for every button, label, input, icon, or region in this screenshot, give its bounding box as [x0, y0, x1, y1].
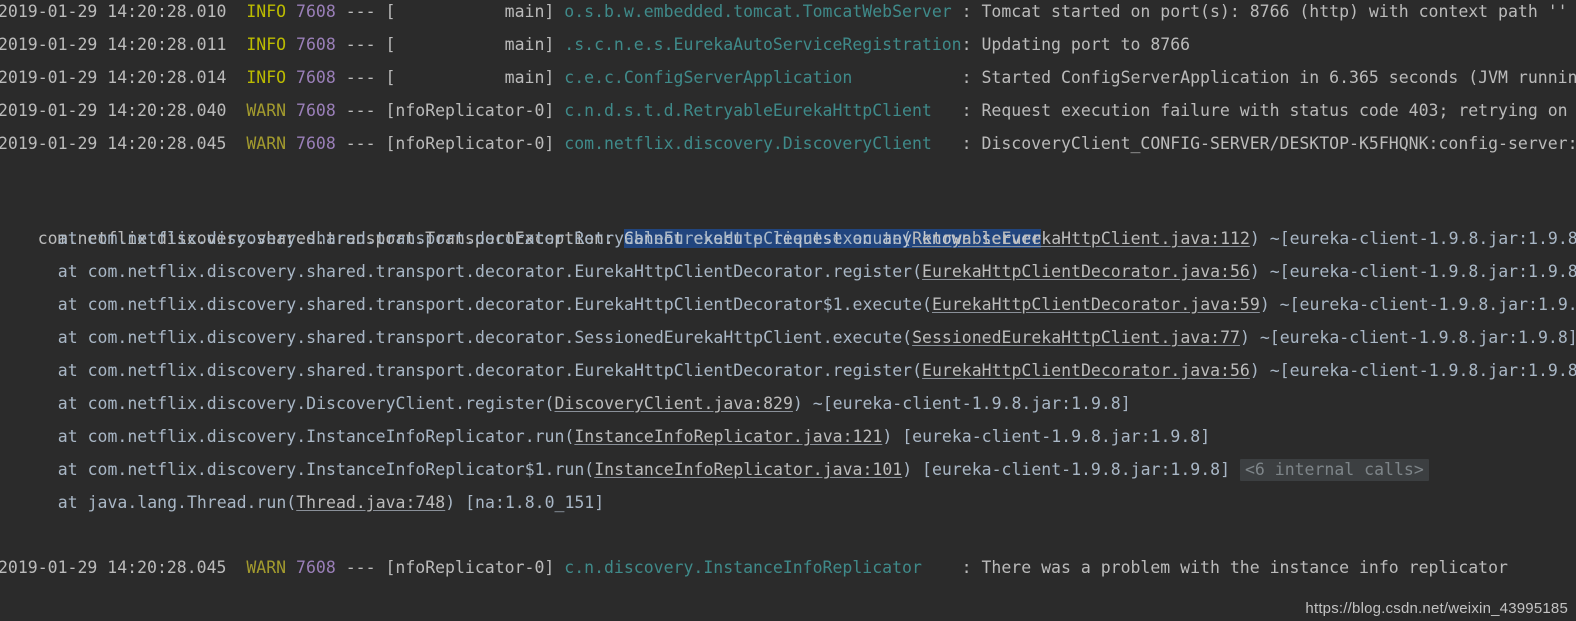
- stack-frame-jar: ~[eureka-client-1.9.8.jar:1.9.8]: [802, 394, 1131, 413]
- log-logger: .s.c.n.e.s.EurekaAutoServiceRegistration: [564, 35, 962, 54]
- stack-frame-source-link[interactable]: EurekaHttpClientDecorator.java:59: [932, 295, 1260, 314]
- log-separator: ---: [345, 101, 386, 120]
- log-thread: [nfoReplicator-0]: [385, 558, 565, 577]
- stack-frame-jar: [eureka-client-1.9.8.jar:1.9.8]: [892, 427, 1211, 446]
- log-timestamp: 2019-01-29 14:20:28.045: [0, 134, 247, 153]
- stack-frame-paren: ): [882, 427, 893, 446]
- stack-frame-jar: [na:1.8.0_151]: [455, 493, 605, 512]
- log-line: 2019-01-29 14:20:28.045 WARN 7608 --- [n…: [0, 551, 1508, 584]
- log-message: : Request execution failure with status …: [961, 101, 1568, 120]
- log-line: 2019-01-29 14:20:28.010 INFO 7608 --- [ …: [0, 0, 1568, 28]
- stack-frame-jar: ~[eureka-client-1.9.8.jar:1.9.8]: [1259, 229, 1576, 248]
- stack-frame-method: at com.netflix.discovery.shared.transpor…: [28, 361, 923, 380]
- log-separator: ---: [345, 2, 386, 21]
- stack-frame-source-link[interactable]: InstanceInfoReplicator.java:121: [574, 427, 882, 446]
- stack-frame: at com.netflix.discovery.shared.transpor…: [0, 288, 1576, 321]
- stack-frame-source-link[interactable]: DiscoveryClient.java:829: [555, 394, 793, 413]
- log-level: INFO: [246, 68, 297, 87]
- log-line: 2019-01-29 14:20:28.045 WARN 7608 --- [n…: [0, 127, 1576, 160]
- watermark: https://blog.csdn.net/weixin_43995185: [1305, 600, 1568, 617]
- stack-frame-jar: ~[eureka-client-1.9.8.jar:1.9.8]: [1259, 361, 1576, 380]
- stack-frame: at com.netflix.discovery.InstanceInfoRep…: [0, 453, 1429, 486]
- stack-frame: at com.netflix.discovery.shared.transpor…: [0, 255, 1576, 288]
- stack-frame: at com.netflix.discovery.InstanceInfoRep…: [0, 420, 1210, 453]
- stack-frame-paren: ): [792, 394, 803, 413]
- log-timestamp: 2019-01-29 14:20:28.040: [0, 101, 247, 120]
- log-message: : Started ConfigServerApplication in 6.3…: [961, 68, 1576, 87]
- stack-frame-jar: ~[eureka-client-1.9.8.jar:1.9.8]: [1269, 295, 1576, 314]
- log-line: 2019-01-29 14:20:28.014 INFO 7608 --- [ …: [0, 61, 1576, 94]
- stack-frame-method: at com.netflix.discovery.shared.transpor…: [28, 229, 913, 248]
- log-level: INFO: [246, 35, 297, 54]
- log-thread: [ main]: [385, 2, 565, 21]
- log-logger: c.n.d.s.t.d.RetryableEurekaHttpClient: [564, 101, 962, 120]
- log-pid: 7608: [296, 134, 346, 153]
- stack-frame-paren: ): [902, 460, 913, 479]
- log-logger: c.e.c.ConfigServerApplication: [564, 68, 962, 87]
- log-pid: 7608: [296, 35, 346, 54]
- log-line: 2019-01-29 14:20:28.040 WARN 7608 --- [n…: [0, 94, 1576, 127]
- log-logger: com.netflix.discovery.DiscoveryClient: [564, 134, 962, 153]
- log-line: 2019-01-29 14:20:28.011 INFO 7608 --- [ …: [0, 28, 1190, 61]
- log-timestamp: 2019-01-29 14:20:28.010: [0, 2, 247, 21]
- stack-frame-paren: ): [445, 493, 456, 512]
- log-timestamp: 2019-01-29 14:20:28.014: [0, 68, 247, 87]
- stack-frame-source-link[interactable]: RetryableEurekaHttpClient.java:112: [912, 229, 1250, 248]
- log-level: WARN: [246, 101, 297, 120]
- log-timestamp: 2019-01-29 14:20:28.045: [0, 558, 247, 577]
- log-level: INFO: [246, 2, 297, 21]
- log-pid: 7608: [296, 101, 346, 120]
- log-pid: 7608: [296, 558, 346, 577]
- log-separator: ---: [345, 558, 386, 577]
- stack-frame-jar: ~[eureka-client-1.9.8.jar:1.9.8]: [1249, 328, 1576, 347]
- stack-frame: at com.netflix.discovery.DiscoveryClient…: [0, 387, 1131, 420]
- stack-frame-jar: ~[eureka-client-1.9.8.jar:1.9.8]: [1259, 262, 1576, 281]
- stack-frame-method: at java.lang.Thread.run(: [28, 493, 297, 512]
- stack-frame: at com.netflix.discovery.shared.transpor…: [0, 222, 1576, 255]
- log-timestamp: 2019-01-29 14:20:28.011: [0, 35, 247, 54]
- stack-frame-source-link[interactable]: InstanceInfoReplicator.java:101: [594, 460, 902, 479]
- stack-frame-source-link[interactable]: EurekaHttpClientDecorator.java:56: [922, 262, 1250, 281]
- stack-frame-paren: ): [1249, 361, 1260, 380]
- log-separator: ---: [345, 134, 386, 153]
- stack-frame-method: at com.netflix.discovery.InstanceInfoRep…: [28, 460, 595, 479]
- badge-spacer: [1230, 460, 1240, 479]
- stack-frame-method: at com.netflix.discovery.DiscoveryClient…: [28, 394, 555, 413]
- log-thread: [nfoReplicator-0]: [385, 101, 565, 120]
- stack-frame: at com.netflix.discovery.shared.transpor…: [0, 321, 1576, 354]
- log-message: : Updating port to 8766: [961, 35, 1191, 54]
- stack-frame-method: at com.netflix.discovery.InstanceInfoRep…: [28, 427, 575, 446]
- exception-header-line: com.netflix.discovery.shared.transport.T…: [0, 189, 1042, 248]
- console-output-panel[interactable]: 2019-01-29 14:20:28.010 INFO 7608 --- [ …: [0, 0, 1576, 621]
- stack-frame: at java.lang.Thread.run(Thread.java:748)…: [0, 486, 604, 519]
- stack-frame-method: at com.netflix.discovery.shared.transpor…: [28, 262, 923, 281]
- log-pid: 7608: [296, 68, 346, 87]
- stack-frame: at com.netflix.discovery.shared.transpor…: [0, 354, 1576, 387]
- log-message: : Tomcat started on port(s): 8766 (http)…: [961, 2, 1568, 21]
- stack-frame-method: at com.netflix.discovery.shared.transpor…: [28, 328, 913, 347]
- log-thread: [ main]: [385, 68, 565, 87]
- stack-frame-paren: ): [1249, 262, 1260, 281]
- log-message: : DiscoveryClient_CONFIG-SERVER/DESKTOP-…: [961, 134, 1576, 153]
- stack-frame-paren: ): [1249, 229, 1260, 248]
- log-message: : There was a problem with the instance …: [961, 558, 1508, 577]
- log-separator: ---: [345, 35, 386, 54]
- stack-frame-jar: [eureka-client-1.9.8.jar:1.9.8]: [912, 460, 1231, 479]
- log-level: WARN: [246, 134, 297, 153]
- log-logger: c.n.discovery.InstanceInfoReplicator: [564, 558, 962, 577]
- internal-calls-badge[interactable]: <6 internal calls>: [1239, 459, 1429, 481]
- stack-frame-method: at com.netflix.discovery.shared.transpor…: [28, 295, 932, 314]
- log-separator: ---: [345, 68, 386, 87]
- stack-frame-paren: ): [1239, 328, 1250, 347]
- log-pid: 7608: [296, 2, 346, 21]
- stack-frame-source-link[interactable]: Thread.java:748: [296, 493, 445, 512]
- stack-frame-source-link[interactable]: EurekaHttpClientDecorator.java:56: [922, 361, 1250, 380]
- stack-frame-paren: ): [1259, 295, 1270, 314]
- log-thread: [nfoReplicator-0]: [385, 134, 565, 153]
- log-level: WARN: [246, 558, 297, 577]
- stack-frame-source-link[interactable]: SessionedEurekaHttpClient.java:77: [912, 328, 1240, 347]
- log-logger: o.s.b.w.embedded.tomcat.TomcatWebServer: [564, 2, 962, 21]
- log-thread: [ main]: [385, 35, 565, 54]
